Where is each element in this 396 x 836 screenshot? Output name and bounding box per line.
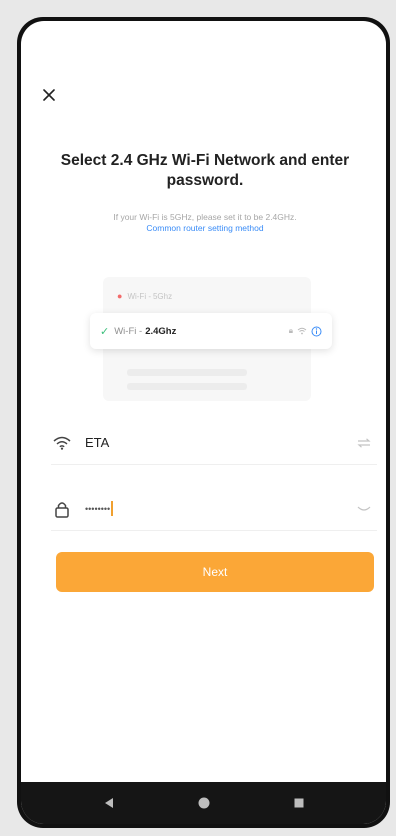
- next-button[interactable]: Next: [56, 552, 374, 592]
- lock-icon: [51, 498, 73, 520]
- wifi-24g-name: Wi-Fi -: [114, 325, 143, 337]
- eye-closed-icon: [357, 506, 371, 511]
- ssid-value: ETA: [85, 435, 110, 450]
- wifi-5g-band: 5Ghz: [152, 291, 173, 301]
- switch-network-button[interactable]: [357, 437, 371, 448]
- recents-icon: [294, 798, 303, 808]
- close-icon: [43, 89, 55, 101]
- close-button[interactable]: [37, 83, 61, 107]
- password-value: ••••••••: [85, 503, 111, 514]
- toggle-password-visibility[interactable]: [357, 505, 371, 513]
- wifi-row-icons: 🔒︎: [289, 326, 322, 337]
- lock-small-icon: 🔒︎: [288, 326, 293, 335]
- system-nav-bar: [21, 782, 386, 824]
- page-title: Select 2.4 GHz Wi-Fi Network and enter p…: [60, 152, 350, 189]
- password-field[interactable]: ••••••••: [51, 487, 377, 531]
- wifi-row-5g: ● Wi-Fi - 5Ghz: [117, 287, 297, 305]
- wifi-24g-band: 2.4Ghz: [145, 325, 177, 337]
- wifi-5g-name: Wi-Fi -: [127, 291, 151, 301]
- info-icon: [311, 326, 322, 336]
- phone-frame: Select 2.4 GHz Wi-Fi Network and enter p…: [17, 17, 390, 828]
- check-icon: ✓: [100, 325, 110, 338]
- page-subtitle: If your Wi-Fi is 5GHz, please set it to …: [113, 212, 297, 222]
- switch-network-icon: [357, 437, 371, 448]
- status-bar: [21, 21, 386, 61]
- text-caret: [111, 501, 113, 516]
- wifi-small-icon: [297, 327, 307, 335]
- home-icon: [198, 797, 209, 809]
- app-screen: Select 2.4 GHz Wi-Fi Network and enter p…: [21, 21, 386, 824]
- back-nav-button[interactable]: [97, 791, 121, 815]
- ssid-field[interactable]: ETA: [51, 421, 377, 465]
- placeholder-row: [127, 383, 247, 390]
- wifi-row-24g: ✓ Wi-Fi - 2.4Ghz 🔒︎: [90, 313, 332, 349]
- next-button-label: Next: [202, 565, 228, 579]
- recents-nav-button[interactable]: [287, 791, 311, 815]
- router-setting-link[interactable]: Common router setting method: [37, 223, 373, 233]
- back-icon: [104, 798, 113, 808]
- home-nav-button[interactable]: [192, 791, 216, 815]
- dot-icon: ●: [117, 291, 123, 301]
- wifi-icon: [51, 432, 73, 454]
- placeholder-row: [127, 369, 247, 376]
